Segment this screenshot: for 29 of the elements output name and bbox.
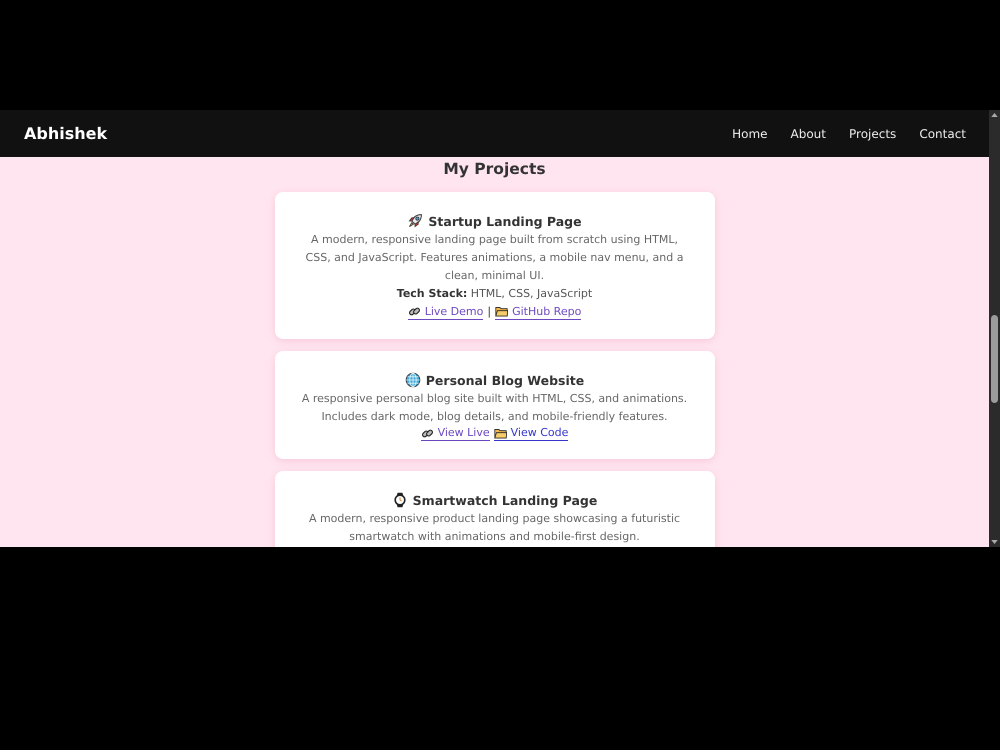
nav-link[interactable]: Projects xyxy=(849,126,896,140)
folder-icon xyxy=(494,426,507,440)
scrollbar-thumb[interactable] xyxy=(991,315,998,403)
link-icon xyxy=(408,305,421,318)
scrollbar[interactable] xyxy=(989,110,1000,547)
tech-stack-text: Tech Stack: HTML, CSS, JavaScript xyxy=(396,286,592,302)
project-description: A modern, responsive landing page built from scratch using HTML, CSS, and JavaScript. Features animations, a mobile nav menu, and a clean, minimal UI. xyxy=(304,232,684,284)
link-icon xyxy=(420,426,434,440)
project-title: Personal Blog Website xyxy=(426,372,584,388)
globe-icon xyxy=(404,372,421,388)
nav-link[interactable]: Contact xyxy=(919,126,966,140)
project-title: Startup Landing Page xyxy=(428,214,582,228)
folder-icon xyxy=(495,305,508,318)
rocket-icon xyxy=(407,213,424,229)
nav-link[interactable]: Home xyxy=(732,126,768,140)
project-link[interactable]: View Live xyxy=(420,426,490,441)
project-link[interactable]: Live Demo xyxy=(408,304,484,320)
project-title: Smartwatch Landing Page xyxy=(412,492,598,508)
link-separator: | xyxy=(487,304,492,320)
site-logo[interactable]: Abhishek xyxy=(24,124,108,143)
project-link[interactable]: View Code xyxy=(494,426,568,441)
watch-icon xyxy=(392,492,408,508)
scroll-down-arrow-icon[interactable] xyxy=(991,540,998,544)
nav-link[interactable]: About xyxy=(790,126,826,140)
project-description: A responsive personal blog site built with HTML, CSS, and animations. Includes dark mode, blog details, and mobile-friendly features. xyxy=(300,391,688,425)
scroll-up-arrow-icon[interactable] xyxy=(991,113,998,117)
project-link[interactable]: GitHub Repo xyxy=(495,304,582,320)
section-heading: My Projects xyxy=(443,159,546,180)
project-description: A modern, responsive product landing page showcasing a futuristic smartwatch with animations and mobile-first design. xyxy=(308,511,682,545)
